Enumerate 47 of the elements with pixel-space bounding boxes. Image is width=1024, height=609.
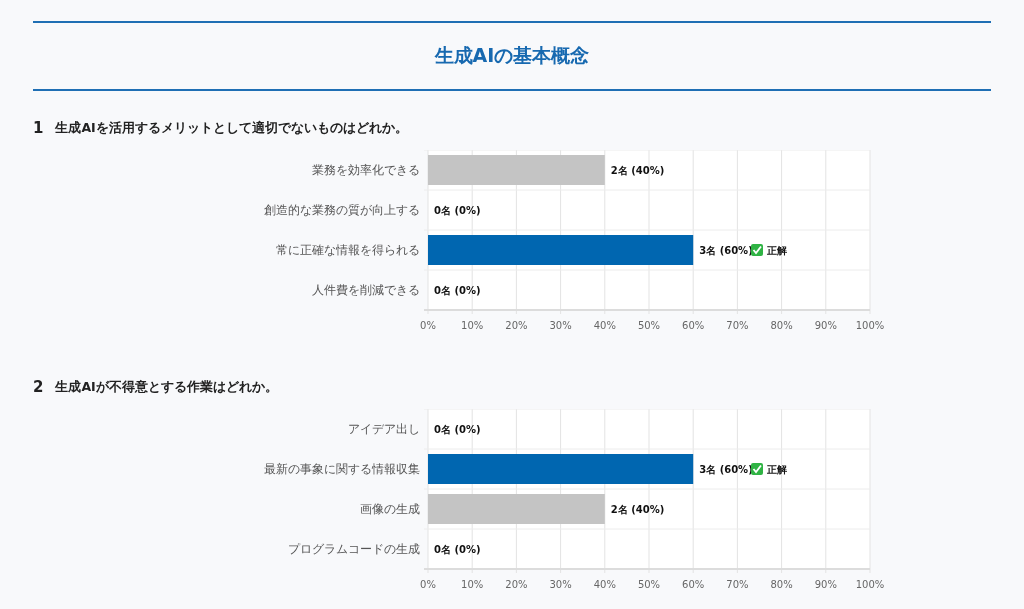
tick-label: 40%	[593, 320, 616, 331]
tick-label: 0%	[420, 579, 436, 590]
tick-label: 90%	[814, 579, 837, 590]
tick-label: 90%	[814, 320, 837, 331]
category-label: 人件費を削減できる	[312, 283, 420, 297]
tick-label: 70%	[726, 579, 749, 590]
tick-label: 50%	[637, 320, 661, 331]
category-label: 画像の生成	[360, 502, 420, 516]
tick-label: 50%	[637, 579, 661, 590]
value-label: 2名 (40%)	[610, 164, 665, 176]
value-label: 3名 (60%)	[699, 244, 753, 256]
tick-label: 20%	[505, 320, 528, 331]
tick-label: 80%	[770, 579, 793, 590]
category-label: 業務を効率化できる	[312, 163, 420, 177]
value-label: 2名 (40%)	[610, 503, 665, 515]
check-icon	[751, 244, 763, 256]
tick-label: 100%	[855, 579, 885, 590]
category-label: 常に正確な情報を得られる	[276, 243, 420, 257]
value-label: 0名 (0%)	[434, 204, 481, 216]
tick-label: 30%	[549, 320, 572, 331]
value-label: 0名 (0%)	[434, 284, 481, 296]
tick-label: 20%	[505, 579, 528, 590]
question-text: 生成AIが不得意とする作業はどれか。	[55, 378, 278, 396]
tick-label: 0%	[420, 320, 436, 331]
tick-label: 40%	[593, 579, 616, 590]
correct-label: 正解	[767, 244, 787, 256]
tick-label: 10%	[461, 579, 484, 590]
tick-label: 60%	[682, 579, 705, 590]
tick-label: 70%	[726, 320, 749, 331]
value-label: 3名 (60%)	[699, 463, 753, 475]
question-number: 1	[33, 119, 44, 137]
category-label: 最新の事象に関する情報収集	[264, 462, 420, 476]
category-label: 創造的な業務の質が向上する	[264, 203, 420, 217]
value-label: 0名 (0%)	[434, 543, 481, 555]
question-text: 生成AIを活用するメリットとして適切でないものはどれか。	[55, 119, 408, 137]
category-label: アイデア出し	[348, 422, 420, 436]
tick-label: 30%	[549, 579, 572, 590]
tick-label: 100%	[855, 320, 885, 331]
category-label: プログラムコードの生成	[288, 542, 420, 556]
value-label: 0名 (0%)	[434, 423, 481, 435]
tick-label: 80%	[770, 320, 793, 331]
tick-label: 10%	[461, 320, 484, 331]
check-icon	[751, 463, 763, 475]
question-number: 2	[33, 378, 44, 396]
tick-label: 60%	[682, 320, 705, 331]
page-title: 生成AIの基本概念	[434, 43, 590, 68]
correct-label: 正解	[767, 463, 787, 475]
